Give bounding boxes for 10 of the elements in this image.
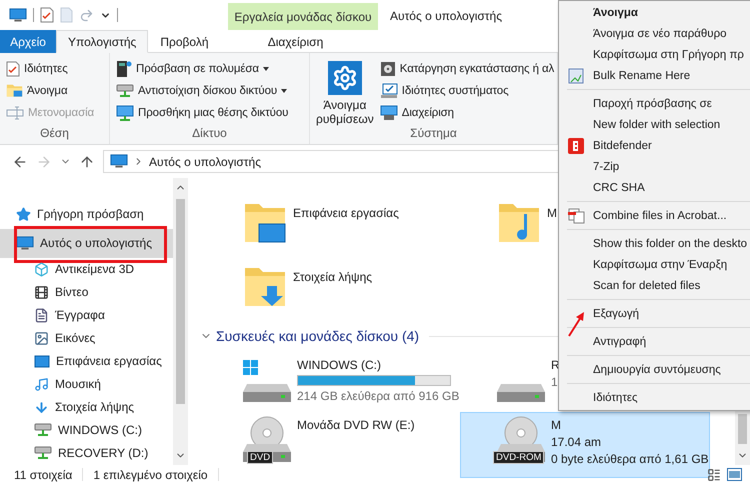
drive-type-label: DVD xyxy=(247,451,274,464)
group-header: Συσκευές και μονάδες δίσκου (4) xyxy=(216,328,420,344)
group-label: Σύστημα xyxy=(409,126,458,142)
drive-type-label: DVD-ROM xyxy=(493,451,544,464)
context-tab-group: Εργαλεία μονάδας δίσκου xyxy=(228,3,378,30)
window-title: Αυτός ο υπολογιστής xyxy=(389,8,502,25)
item-count: 11 στοιχεία xyxy=(14,468,72,482)
group-label: Θέση xyxy=(39,126,70,142)
selection-count: 1 επιλεγμένο στοιχείο xyxy=(93,468,208,482)
group-label: Δίκτυο xyxy=(191,126,228,142)
